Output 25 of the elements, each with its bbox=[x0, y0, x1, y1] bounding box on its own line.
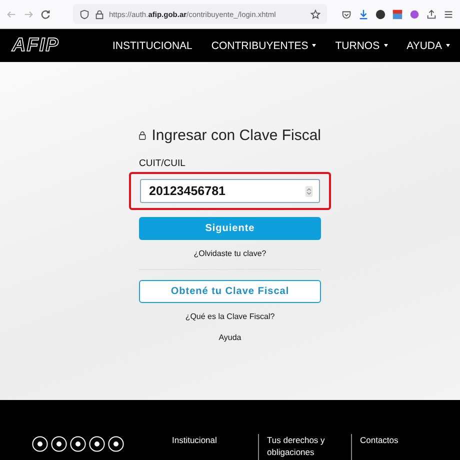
footer-link[interactable]: Tus derechos y obligaciones bbox=[267, 434, 343, 458]
lock-icon bbox=[94, 8, 105, 20]
what-is-link[interactable]: ¿Qué es la Clave Fiscal? bbox=[139, 312, 321, 321]
footer-link[interactable]: Institucional bbox=[172, 434, 250, 446]
help-link[interactable]: Ayuda bbox=[139, 333, 321, 342]
nav-link[interactable]: AYUDA bbox=[406, 40, 450, 52]
menu-icon[interactable] bbox=[443, 8, 454, 20]
logo[interactable]: AFIP bbox=[12, 34, 60, 56]
cuit-input-field[interactable]: 20123456781 bbox=[140, 179, 320, 203]
pocket-icon[interactable] bbox=[341, 8, 352, 20]
nav-link[interactable]: CONTRIBUYENTES bbox=[211, 40, 316, 52]
footer-link[interactable]: Contactos bbox=[360, 434, 436, 446]
reload-icon[interactable] bbox=[40, 8, 51, 20]
login-title: Ingresar con Clave Fiscal bbox=[152, 127, 321, 144]
forgot-password-link[interactable]: ¿Olvidaste tu clave? bbox=[139, 249, 321, 258]
shield-icon bbox=[79, 8, 90, 20]
share-icon[interactable] bbox=[426, 8, 437, 20]
spinner-icon[interactable] bbox=[305, 186, 313, 196]
get-key-button[interactable]: Obtené tu Clave Fiscal bbox=[139, 280, 321, 303]
extension-icon[interactable] bbox=[392, 8, 403, 20]
star-icon[interactable] bbox=[310, 8, 321, 20]
field-label: CUIT/CUIL bbox=[139, 158, 186, 169]
nav-link[interactable]: TURNOS bbox=[335, 40, 388, 52]
nav-link[interactable]: INSTITUCIONAL bbox=[112, 40, 192, 52]
download-icon[interactable] bbox=[358, 8, 369, 20]
